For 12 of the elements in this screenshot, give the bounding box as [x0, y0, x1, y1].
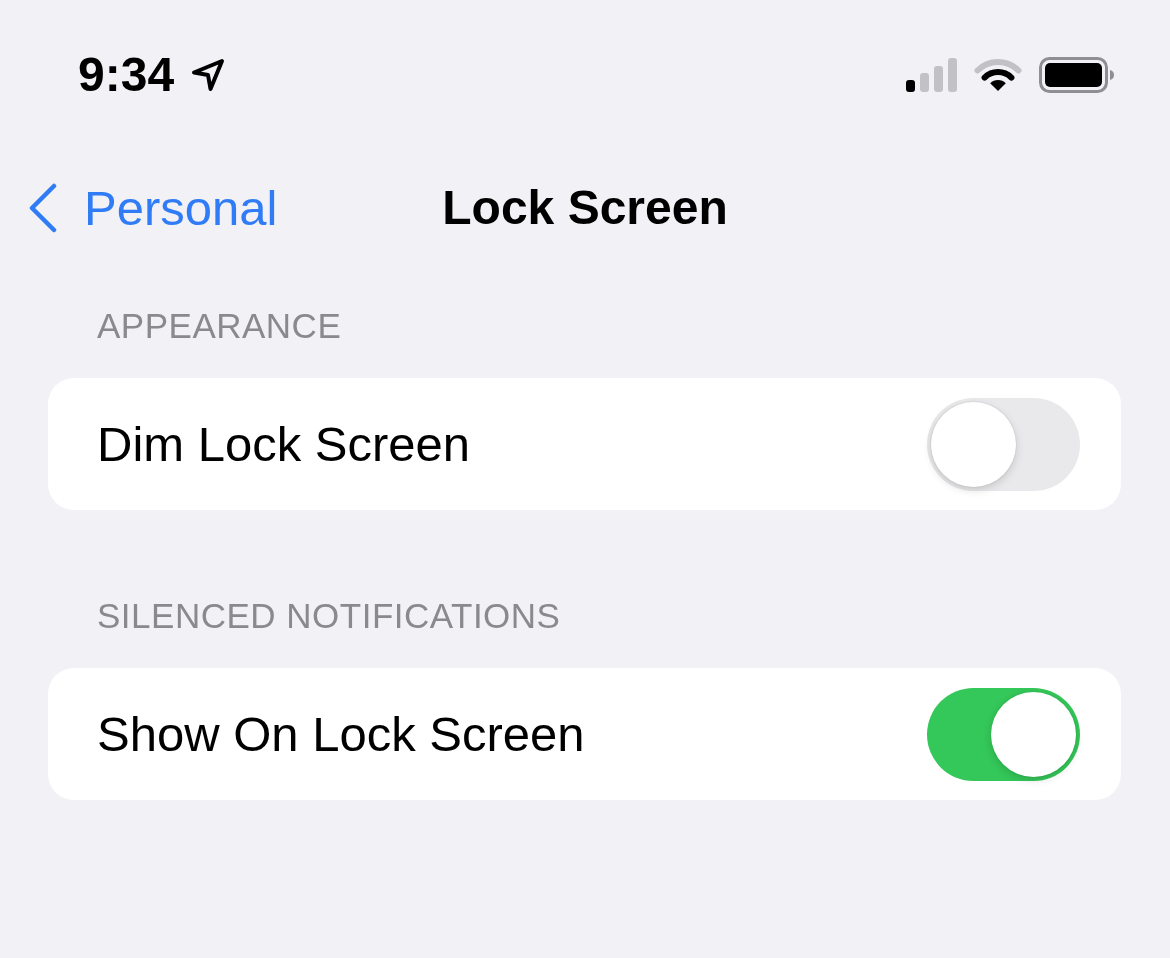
- section-header: SILENCED NOTIFICATIONS: [97, 595, 561, 637]
- wifi-icon: [974, 58, 1022, 92]
- location-arrow-icon: [190, 57, 227, 93]
- chevron-left-icon: [28, 183, 58, 233]
- back-button[interactable]: Personal: [28, 180, 278, 236]
- setting-label: Dim Lock Screen: [97, 416, 471, 473]
- section-header: APPEARANCE: [97, 305, 342, 347]
- setting-label: Show On Lock Screen: [97, 706, 585, 763]
- signal-bars-icon: [906, 58, 957, 92]
- screen-title: Lock Screen: [442, 180, 728, 236]
- status-time: 9:34: [78, 47, 175, 103]
- battery-icon: [1039, 57, 1115, 93]
